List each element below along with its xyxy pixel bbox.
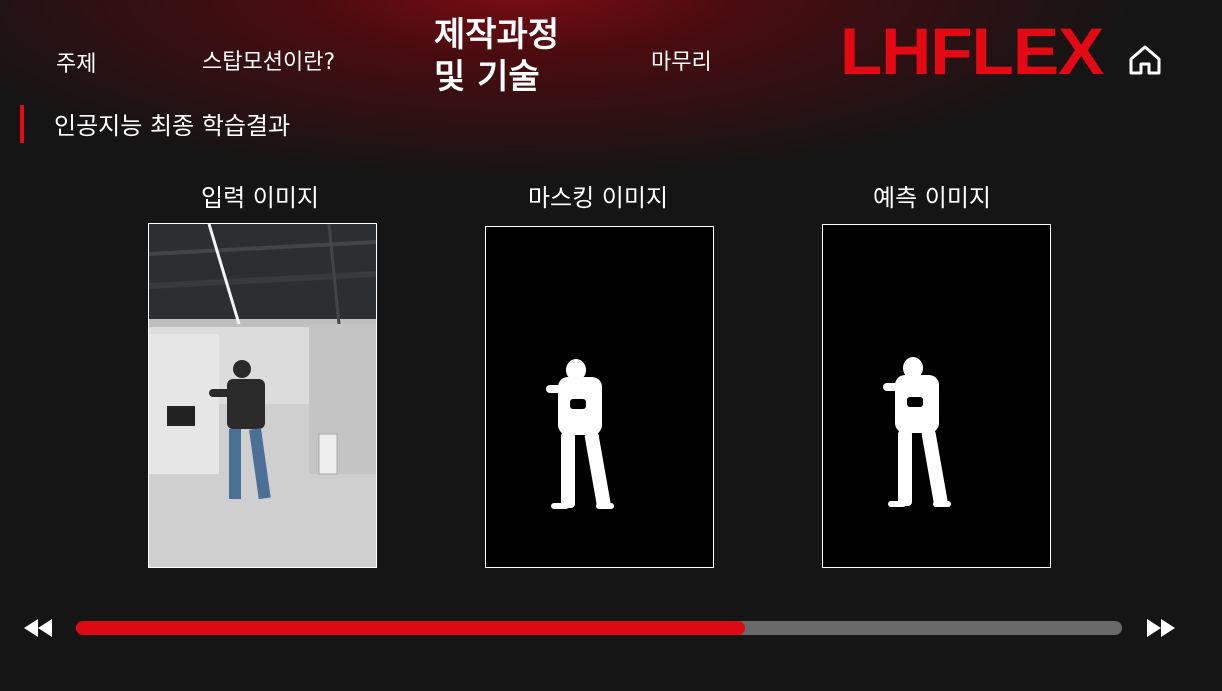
progress-track[interactable] — [76, 621, 1122, 635]
nav-process-line2: 및 기술 — [434, 57, 540, 97]
rewind-icon[interactable] — [22, 617, 54, 639]
section-title: 인공지능 최종 학습결과 — [54, 112, 291, 140]
home-icon[interactable] — [1126, 42, 1164, 78]
prediction-image-title: 예측 이미지 — [872, 184, 992, 212]
section-marker — [20, 105, 24, 143]
nav-topic[interactable]: 주제 — [56, 46, 96, 78]
nav-process-line1: 제작과정 — [434, 15, 560, 55]
progress-fill — [76, 621, 746, 635]
input-image — [148, 223, 377, 568]
nav-stop-motion[interactable]: 스탑모션이란? — [202, 44, 335, 76]
mask-image — [485, 226, 714, 568]
input-image-title: 입력 이미지 — [200, 184, 320, 212]
mask-image-title: 마스킹 이미지 — [527, 184, 669, 212]
prediction-image — [822, 224, 1051, 568]
fast-forward-icon[interactable] — [1145, 617, 1177, 639]
brand-logo[interactable]: LHFLEX — [840, 14, 1104, 88]
nav-process-current[interactable]: 제작과정 및 기술 — [434, 14, 604, 98]
nav-conclusion[interactable]: 마무리 — [651, 44, 712, 76]
